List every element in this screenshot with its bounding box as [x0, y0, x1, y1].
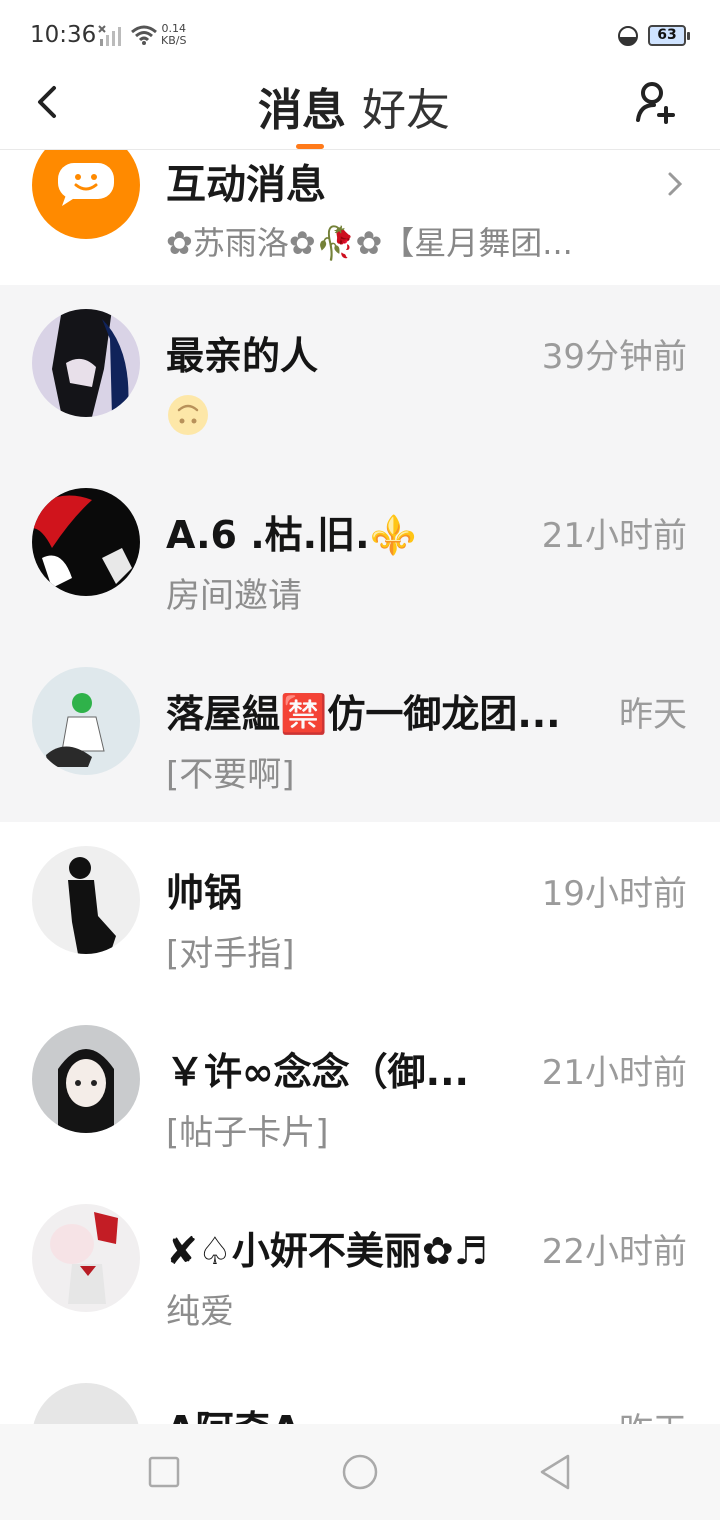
- contact-name: A.6 .枯.旧.⚜️: [166, 513, 417, 557]
- message-time: 21小时前: [541, 516, 687, 556]
- conversation-row[interactable]: ✘♤小妍不美丽✿♬ 22小时前 纯爱: [0, 1180, 720, 1359]
- contact-name: 最亲的人: [166, 334, 319, 378]
- status-time: 10:36: [30, 22, 97, 48]
- avatar: [32, 1204, 140, 1312]
- interaction-avatar: [32, 150, 140, 239]
- contact-name: ￥许∞念念（御...: [166, 1050, 469, 1094]
- avatar: [32, 488, 140, 596]
- network-speed-unit: KB/S: [161, 34, 187, 47]
- contact-name: 帅锅: [166, 871, 243, 915]
- message-preview: 房间邀请: [166, 576, 302, 616]
- header: 消息 好友: [0, 70, 720, 150]
- data-saver-icon: [618, 26, 638, 46]
- active-tab-indicator: [296, 144, 324, 149]
- status-bar: 10:36 0.14 KB/S 63: [0, 0, 720, 70]
- interaction-messages-row[interactable]: 互动消息 ✿苏雨洛✿🥀✿【星月舞团...: [0, 150, 720, 284]
- message-preview: [不要啊]: [166, 755, 295, 795]
- message-time: 昨天: [619, 695, 687, 735]
- home-button[interactable]: [340, 1452, 380, 1492]
- interaction-title: 互动消息: [166, 162, 326, 208]
- chevron-right-icon: [668, 172, 683, 196]
- avatar: [32, 309, 140, 417]
- conversation-row[interactable]: 帅锅 19小时前 [对手指]: [0, 822, 720, 1001]
- chat-bubble-icon: [58, 163, 114, 206]
- avatar: [32, 667, 140, 775]
- message-time: 21小时前: [541, 1053, 687, 1093]
- message-preview: [帖子卡片]: [166, 1113, 329, 1153]
- conversation-row[interactable]: 最亲的人 39分钟前: [0, 285, 720, 464]
- message-time: 22小时前: [541, 1232, 687, 1272]
- network-speed: 0.14 KB/S: [161, 23, 186, 47]
- battery-indicator: 63: [648, 25, 690, 46]
- upside-down-face-icon: [168, 395, 208, 435]
- message-time: 19小时前: [541, 874, 687, 914]
- message-time: 39分钟前: [541, 337, 687, 377]
- back-nav-button[interactable]: [536, 1452, 576, 1492]
- screen: 10:36 0.14 KB/S 63 消息 好友 互动消息 ✿苏雨洛✿🥀✿【星月…: [0, 0, 720, 1520]
- signal-icon: [98, 25, 121, 46]
- message-preview: 纯爱: [166, 1292, 234, 1332]
- conversation-row[interactable]: A.6 .枯.旧.⚜️ 21小时前 房间邀请: [0, 464, 720, 643]
- wifi-icon: [131, 25, 157, 45]
- conversation-row[interactable]: 落屋緼🈲仿一御龙团... 昨天 [不要啊]: [0, 643, 720, 822]
- add-friend-button[interactable]: [632, 78, 680, 126]
- tab-messages[interactable]: 消息: [258, 74, 346, 138]
- conversation-row[interactable]: ￥许∞念念（御... 21小时前 [帖子卡片]: [0, 1001, 720, 1180]
- conversation-list: 最亲的人 39分钟前 A.6 .枯.旧.⚜️ 21小时前 房间邀请 落屋緼🈲仿一…: [0, 285, 720, 1520]
- avatar: [32, 1025, 140, 1133]
- back-button[interactable]: [28, 82, 68, 122]
- interaction-subtitle: ✿苏雨洛✿🥀✿【星月舞团...: [166, 224, 573, 262]
- tab-friends[interactable]: 好友: [362, 74, 450, 138]
- avatar: [32, 846, 140, 954]
- system-nav-bar: [0, 1424, 720, 1520]
- contact-name: 落屋緼🈲仿一御龙团...: [166, 692, 561, 736]
- recent-apps-button[interactable]: [144, 1452, 184, 1492]
- message-preview: [对手指]: [166, 934, 295, 974]
- contact-name: ✘♤小妍不美丽✿♬: [166, 1229, 488, 1273]
